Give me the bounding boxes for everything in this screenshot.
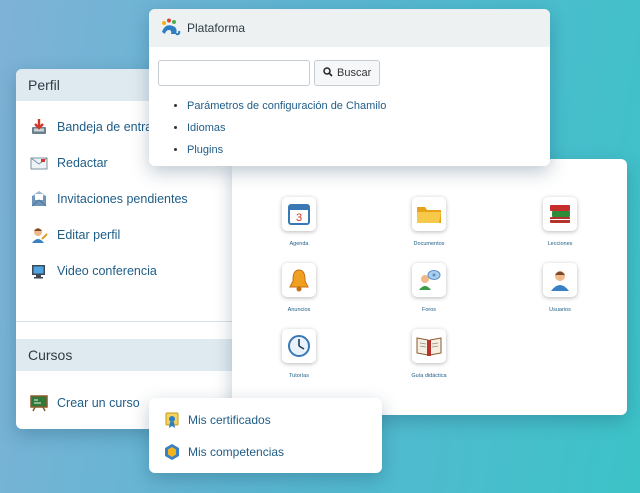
- users-icon: [543, 263, 577, 297]
- menu-item-label: Invitaciones pendientes: [57, 192, 188, 206]
- inbox-icon: [30, 118, 48, 136]
- tool-label: Agenda: [289, 241, 309, 247]
- plataforma-title: Plataforma: [187, 21, 246, 35]
- tool-label: Usuarios: [549, 307, 571, 313]
- tool-foros[interactable]: Foros: [384, 263, 474, 313]
- invitations-icon: [30, 190, 48, 208]
- tool-documentos[interactable]: Documentos: [384, 197, 474, 247]
- calendar-icon: 3: [282, 197, 316, 231]
- tool-tutorias[interactable]: Tutorías: [254, 329, 344, 379]
- books-icon: [543, 197, 577, 231]
- tool-guia-didactica[interactable]: Guía didáctica: [384, 329, 474, 379]
- tool-agenda[interactable]: 3 Agenda: [254, 197, 344, 247]
- divider: [16, 321, 234, 322]
- create-course-label: Crear un curso: [57, 396, 140, 410]
- link-languages[interactable]: Idiomas: [187, 119, 386, 141]
- user-edit-icon: [30, 226, 48, 244]
- menu-item-edit-profile[interactable]: Editar perfil: [16, 217, 234, 253]
- course-tools-card: 3 Agenda Documentos Lecciones Anuncios F…: [232, 159, 627, 415]
- envelope-icon: [30, 154, 48, 172]
- tool-label: Anuncios: [287, 307, 311, 313]
- certificates-menu: Mis certificados Mis competencias: [149, 398, 382, 468]
- my-certificates-label: Mis certificados: [188, 413, 271, 427]
- tool-label: Tutorías: [289, 373, 309, 379]
- tool-anuncios[interactable]: Anuncios: [254, 263, 344, 313]
- video-conference-icon: [30, 262, 48, 280]
- my-certificates-link[interactable]: Mis certificados: [149, 404, 382, 436]
- link-plugins[interactable]: Plugins: [187, 141, 386, 163]
- my-skills-label: Mis competencias: [188, 445, 285, 459]
- certificate-icon: [163, 411, 181, 429]
- menu-item-label: Video conferencia: [57, 264, 157, 278]
- chamilo-logo-icon: [159, 17, 181, 39]
- tool-label: Guía didáctica: [411, 373, 447, 379]
- link-chamilo-settings[interactable]: Parámetros de configuración de Chamilo: [187, 97, 386, 119]
- guide-book-icon: [412, 329, 446, 363]
- menu-item-video-conference[interactable]: Video conferencia: [16, 253, 234, 289]
- plataforma-panel: Plataforma Buscar Parámetros de configur…: [149, 9, 550, 166]
- search-input[interactable]: [158, 60, 310, 86]
- my-skills-link[interactable]: Mis competencias: [149, 436, 382, 468]
- skills-badge-icon: [163, 443, 181, 461]
- tool-label: Foros: [421, 307, 437, 313]
- bell-icon: [282, 263, 316, 297]
- plataforma-header: Plataforma: [149, 9, 550, 47]
- chalkboard-icon: [30, 394, 48, 412]
- menu-item-invitations[interactable]: Invitaciones pendientes: [16, 181, 234, 217]
- search-button-label: Buscar: [337, 67, 372, 79]
- tool-label: Documentos: [413, 241, 445, 247]
- folder-icon: [412, 197, 446, 231]
- search-button[interactable]: Buscar: [314, 60, 381, 86]
- tool-label: Lecciones: [547, 241, 573, 247]
- menu-item-label: Editar perfil: [57, 228, 121, 242]
- search-icon: [323, 66, 333, 80]
- certificates-panel: Mis certificados Mis competencias: [149, 398, 382, 473]
- tool-usuarios[interactable]: Usuarios: [515, 263, 605, 313]
- clock-icon: [282, 329, 316, 363]
- tool-lecciones[interactable]: Lecciones: [515, 197, 605, 247]
- search-row: Buscar: [158, 60, 381, 86]
- cursos-title: Cursos: [16, 339, 234, 371]
- menu-item-label: Bandeja de entra: [57, 120, 153, 134]
- forum-icon: [412, 263, 446, 297]
- svg-text:3: 3: [296, 212, 302, 224]
- menu-item-label: Redactar: [57, 156, 108, 170]
- admin-links: Parámetros de configuración de Chamilo I…: [169, 97, 386, 163]
